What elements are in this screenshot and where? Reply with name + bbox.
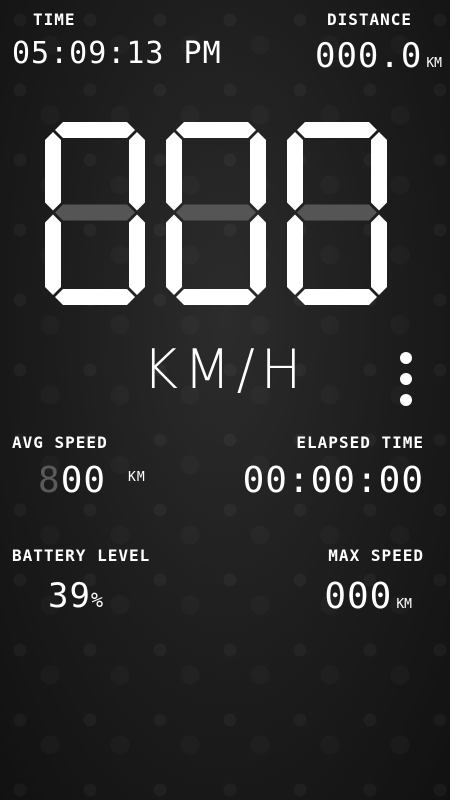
- speed-digit-0-segment-c: [129, 214, 145, 295]
- menu-dot: [400, 394, 412, 406]
- speed-digit-2-segment-e: [287, 214, 303, 295]
- elapsed-time-value: 00:00:00: [242, 460, 424, 501]
- speed-digit-2-segment-b: [371, 132, 387, 211]
- speed-digit-0-segment-a: [55, 122, 135, 138]
- avg-speed-ghost-digit: 8: [38, 460, 61, 501]
- speed-digit-2-segment-c: [371, 214, 387, 295]
- distance-unit: KM: [426, 56, 442, 71]
- max-speed-value: 000: [324, 576, 393, 617]
- more-menu-button[interactable]: [395, 352, 417, 406]
- speed-digit-1-segment-e: [166, 214, 182, 295]
- speed-digit-0-segment-d: [55, 289, 135, 305]
- speed-digit-2-segment-a: [297, 122, 377, 138]
- battery-unit: %: [90, 588, 104, 612]
- avg-speed-display: 800: [38, 460, 106, 501]
- speed-digit-2-segment-d: [297, 289, 377, 305]
- speed-digit-1-segment-f: [166, 132, 182, 211]
- max-speed-unit: KM: [396, 597, 412, 612]
- speed-digit-1-segment-c: [250, 214, 266, 295]
- speed-digit-1-segment-d: [176, 289, 256, 305]
- time-label: TIME: [33, 10, 76, 29]
- speed-digit-0-segment-b: [129, 132, 145, 211]
- avg-speed-value: 00: [60, 460, 107, 501]
- speed-digit-1-segment-a: [176, 122, 256, 138]
- menu-dot: [400, 373, 412, 385]
- speed-digit-0-segment-f: [45, 132, 61, 211]
- speed-digit-0-segment-e: [45, 214, 61, 295]
- speed-display: [45, 122, 387, 305]
- more-vertical-icon: [400, 352, 412, 364]
- speed-digit-1-segment-b: [250, 132, 266, 211]
- avg-speed-label: AVG SPEED: [12, 433, 108, 452]
- speed-digit-2-segment-f: [287, 132, 303, 211]
- battery-display: 39%: [48, 576, 104, 616]
- speed-digit-1-segment-g: [176, 204, 256, 221]
- elapsed-time-label: ELAPSED TIME: [296, 433, 424, 452]
- distance-display: 000.0 KM: [315, 36, 442, 76]
- max-speed-display: 000 KM: [324, 576, 412, 617]
- battery-level-label: BATTERY LEVEL: [12, 546, 151, 565]
- distance-value: 000.0: [314, 36, 423, 76]
- distance-label: DISTANCE: [326, 10, 412, 29]
- max-speed-label: MAX SPEED: [328, 546, 424, 565]
- speed-unit: KM/H: [142, 338, 308, 401]
- speed-digit-0-segment-g: [55, 204, 135, 221]
- speed-digit-2-segment-g: [297, 204, 377, 221]
- battery-value: 39: [48, 576, 91, 616]
- time-value: 05:09:13 PM: [12, 36, 222, 71]
- avg-speed-unit: KM: [128, 470, 146, 485]
